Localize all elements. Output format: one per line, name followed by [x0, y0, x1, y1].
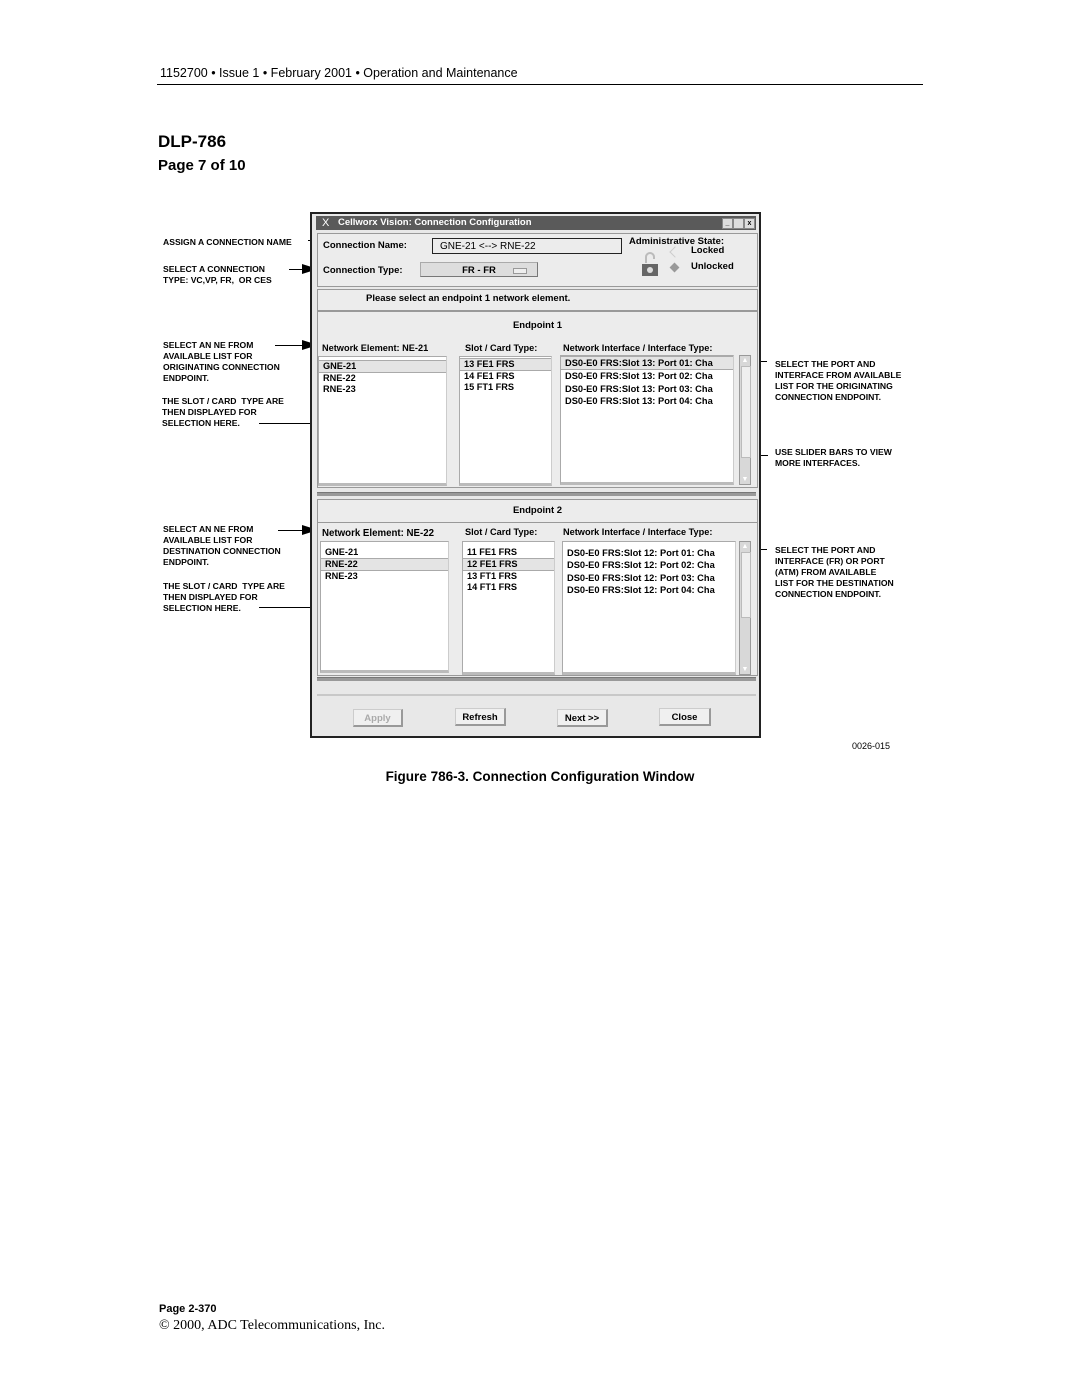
list-item[interactable]: RNE-22	[319, 373, 446, 384]
apply-button[interactable]: Apply	[353, 709, 403, 727]
slot-list[interactable]: 13 FE1 FRS 14 FE1 FRS 15 FT1 FRS	[459, 356, 552, 486]
x-logo-icon: X	[322, 217, 330, 229]
interface-scrollbar[interactable]: ▲ ▼	[739, 355, 751, 485]
slot-list[interactable]: 11 FE1 FRS 12 FE1 FRS 13 FT1 FRS 14 FT1 FRS	[462, 541, 555, 675]
ne-list[interactable]: GNE-21 RNE-22 RNE-23	[318, 356, 447, 486]
interface-list[interactable]: DS0-E0 FRS:Slot 12: Port 01: Cha DS0-E0 F…	[562, 541, 736, 675]
list-item[interactable]: RNE-22	[321, 558, 448, 571]
pane-separator[interactable]	[317, 492, 756, 496]
list-item[interactable]: 13 FT1 FRS	[463, 571, 554, 582]
endpoint1-title: Endpoint 1	[512, 320, 563, 331]
minimize-button[interactable]: _	[722, 218, 733, 229]
list-item[interactable]: 13 FE1 FRS	[460, 358, 551, 371]
footer-page-number: Page 2-370	[159, 1303, 217, 1315]
annotation-select-port-dest: SELECT THE PORT AND INTERFACE (FR) OR PO…	[775, 545, 894, 599]
list-item[interactable]: RNE-23	[319, 384, 446, 395]
page-of: Page 7 of 10	[158, 157, 246, 174]
slot-label: Slot / Card Type:	[465, 527, 538, 537]
unlocked-padlock-icon	[642, 252, 658, 276]
page-header: 1152700 • Issue 1 • February 2001 • Oper…	[160, 66, 518, 80]
list-item[interactable]: 11 FE1 FRS	[463, 547, 554, 558]
connection-type-select[interactable]: FR - FR	[420, 262, 538, 277]
unlocked-radio[interactable]	[669, 262, 680, 273]
endpoint2-divider	[318, 522, 757, 523]
list-item[interactable]: 14 FE1 FRS	[460, 371, 551, 382]
window-title: Cellworx Vision: Connection Configuratio…	[338, 217, 532, 228]
annotation-assign-name: ASSIGN A CONNECTION NAME	[163, 237, 292, 247]
list-item[interactable]: DS0-E0 FRS:Slot 12: Port 04: Cha	[563, 584, 735, 596]
pane-separator	[317, 677, 756, 681]
list-item[interactable]: DS0-E0 FRS:Slot 13: Port 02: Cha	[561, 370, 733, 382]
slot-label: Slot / Card Type:	[465, 343, 538, 353]
refresh-button[interactable]: Refresh	[455, 708, 506, 726]
ne-label: Network Element: NE-22	[322, 528, 434, 539]
option-menu-indicator-icon	[513, 268, 527, 274]
annotation-slot-card-2: THE SLOT / CARD TYPE ARE THEN DISPLAYED …	[163, 581, 285, 613]
iface-label: Network Interface / Interface Type:	[563, 527, 713, 537]
annotation-select-type: SELECT A CONNECTION TYPE: VC,VP, FR, OR …	[163, 264, 272, 285]
next-button[interactable]: Next >>	[557, 709, 608, 727]
connection-name-input[interactable]: GNE-21 <--> RNE-22	[432, 238, 622, 254]
interface-list[interactable]: DS0-E0 FRS:Slot 13: Port 01: Cha DS0-E0 F…	[560, 355, 734, 485]
ne-list[interactable]: GNE-21 RNE-22 RNE-23	[320, 541, 449, 673]
endpoint2-panel: Endpoint 2 Network Element: NE-22 Slot /…	[317, 499, 758, 676]
prompt-text: Please select an endpoint 1 network elem…	[366, 293, 571, 304]
list-item[interactable]: GNE-21	[321, 547, 448, 558]
list-item[interactable]: DS0-E0 FRS:Slot 12: Port 02: Cha	[563, 559, 735, 571]
annotation-select-ne-dest: SELECT AN NE FROM AVAILABLE LIST FOR DES…	[163, 524, 281, 567]
annotation-slot-card-1: THE SLOT / CARD TYPE ARE THEN DISPLAYED …	[162, 396, 284, 428]
figure-caption: Figure 786-3. Connection Configuration W…	[385, 769, 695, 784]
dlp-title: DLP-786	[158, 132, 227, 151]
connection-type-value: FR - FR	[462, 265, 496, 276]
close-button[interactable]: Close	[659, 708, 711, 726]
list-item[interactable]: DS0-E0 FRS:Slot 13: Port 04: Cha	[561, 395, 733, 407]
list-item[interactable]: GNE-21	[319, 360, 446, 373]
connection-settings-panel: Connection Name: GNE-21 <--> RNE-22 Conn…	[317, 233, 758, 287]
leader-line	[289, 269, 303, 270]
scroll-thumb[interactable]	[741, 366, 751, 458]
leader-line	[275, 345, 303, 346]
locked-radio[interactable]	[669, 246, 681, 258]
status-prompt: Please select an endpoint 1 network elem…	[317, 289, 758, 311]
scroll-up-icon[interactable]: ▲	[741, 542, 749, 551]
interface-scrollbar[interactable]: ▲ ▼	[739, 541, 751, 675]
connection-type-label: Connection Type:	[323, 265, 403, 276]
list-item[interactable]: DS0-E0 FRS:Slot 12: Port 01: Cha	[563, 547, 735, 559]
list-item[interactable]: 14 FT1 FRS	[463, 582, 554, 593]
title-bar[interactable]: X Cellworx Vision: Connection Configurat…	[316, 216, 756, 230]
header-rule	[157, 84, 923, 85]
list-item[interactable]: RNE-23	[321, 571, 448, 582]
endpoint1-panel: Endpoint 1 Network Element: NE-21 Slot /…	[317, 311, 758, 488]
connection-name-label: Connection Name:	[323, 240, 407, 251]
annotation-select-port-orig: SELECT THE PORT AND INTERFACE FROM AVAIL…	[775, 359, 902, 402]
list-item[interactable]: DS0-E0 FRS:Slot 12: Port 03: Cha	[563, 572, 735, 584]
unlocked-label: Unlocked	[691, 261, 734, 272]
annotation-select-ne-orig: SELECT AN NE FROM AVAILABLE LIST FOR ORI…	[163, 340, 280, 383]
locked-label: Locked	[691, 245, 725, 256]
copyright: © 2000, ADC Telecommunications, Inc.	[159, 1318, 385, 1333]
connection-config-window: X Cellworx Vision: Connection Configurat…	[310, 212, 761, 738]
scroll-down-icon[interactable]: ▼	[741, 665, 749, 674]
scroll-down-icon[interactable]: ▼	[741, 475, 749, 484]
figure-id: 0026-015	[852, 741, 891, 751]
list-item[interactable]: 15 FT1 FRS	[460, 382, 551, 393]
maximize-button[interactable]	[733, 218, 744, 229]
scroll-thumb[interactable]	[741, 552, 751, 618]
list-item[interactable]: 12 FE1 FRS	[463, 558, 554, 571]
annotation-slider-bars: USE SLIDER BARS TO VIEW MORE INTERFACES.	[775, 447, 892, 468]
button-bar-divider	[317, 694, 756, 696]
leader-line	[278, 530, 303, 531]
scroll-up-icon[interactable]: ▲	[741, 356, 749, 365]
iface-label: Network Interface / Interface Type:	[563, 343, 713, 353]
list-item[interactable]: DS0-E0 FRS:Slot 13: Port 03: Cha	[561, 383, 733, 395]
close-window-button[interactable]: x	[744, 218, 755, 229]
list-item[interactable]: DS0-E0 FRS:Slot 13: Port 01: Cha	[561, 356, 733, 371]
endpoint2-title: Endpoint 2	[512, 505, 563, 516]
ne-label: Network Element: NE-21	[322, 343, 429, 353]
